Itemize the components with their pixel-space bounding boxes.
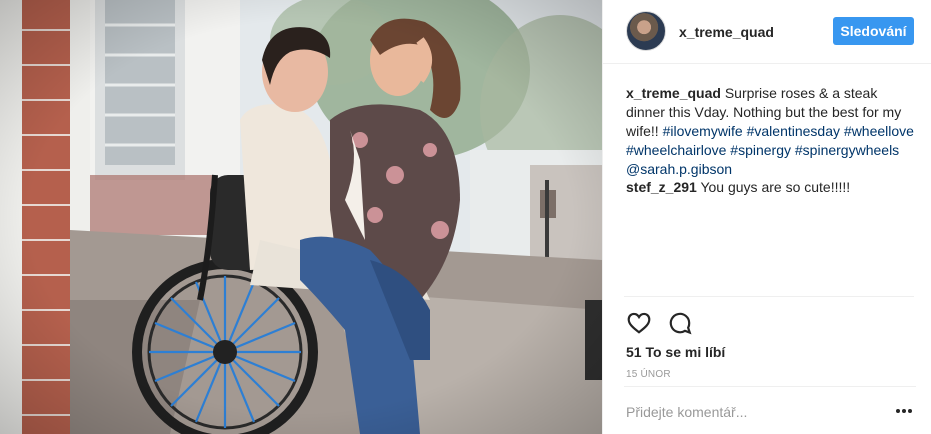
profile-avatar[interactable] [626, 11, 666, 51]
hashtag-link[interactable]: #valentinesday [747, 123, 840, 139]
hashtag-link[interactable]: #wheelchairlove [626, 142, 726, 158]
comment-username[interactable]: stef_z_291 [626, 179, 697, 195]
post-photo[interactable] [0, 0, 602, 434]
hashtag-link[interactable]: #wheellove [844, 123, 914, 139]
author-username[interactable]: x_treme_quad [679, 24, 774, 40]
likes-count[interactable]: 51 To se mi líbí [626, 344, 725, 360]
post-photo-illustration [0, 0, 602, 434]
post-header: x_treme_quad Sledování [603, 0, 931, 64]
post-date: 15 ÚNOR [626, 369, 671, 380]
ellipsis-icon[interactable] [896, 407, 914, 415]
comment-item: stef_z_291 You guys are so cute!!!!! [626, 178, 916, 196]
hashtag-link[interactable]: #spinergywheels [795, 142, 899, 158]
caption-username[interactable]: x_treme_quad [626, 85, 721, 101]
comment-icon[interactable] [667, 310, 693, 336]
mention-link[interactable]: @sarah.p.gibson [626, 161, 732, 177]
post-sidebar: x_treme_quad Sledování x_treme_quad Surp… [602, 0, 931, 434]
comment-input[interactable] [626, 402, 876, 422]
add-comment-bar [624, 386, 916, 434]
heart-icon[interactable] [626, 310, 652, 336]
hashtag-link[interactable]: #ilovemywife [663, 123, 743, 139]
hashtag-link[interactable]: #spinergy [730, 142, 791, 158]
follow-button[interactable]: Sledování [833, 17, 914, 45]
post-actions [624, 296, 914, 336]
comment-text: You guys are so cute!!!!! [696, 179, 851, 195]
post-caption: x_treme_quad Surprise roses & a steak di… [626, 84, 916, 179]
